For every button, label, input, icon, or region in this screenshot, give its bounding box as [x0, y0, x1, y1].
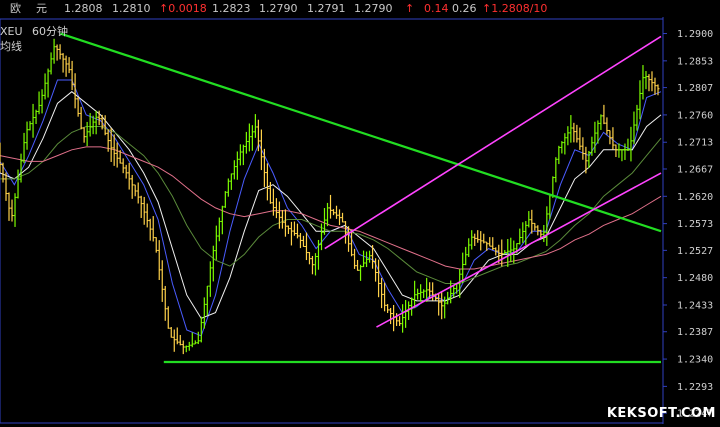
chart-subtitle: 均线: [0, 39, 22, 53]
y-tick-label: 1.2713: [677, 138, 713, 149]
y-tick-label: 1.2853: [677, 56, 713, 67]
y-tick-label: 1.2807: [677, 83, 713, 94]
y-tick-label: 1.2340: [677, 355, 713, 366]
watermark-logo: KEKSOFT.COM: [606, 406, 716, 421]
y-tick-label: 1.2620: [677, 192, 713, 203]
chart-symbol: XEU: [0, 25, 23, 38]
y-tick-label: 1.2573: [677, 219, 713, 230]
y-tick-label: 1.2760: [677, 110, 713, 121]
y-tick-label: 1.2293: [677, 382, 713, 393]
y-tick-label: 1.2480: [677, 273, 713, 284]
y-tick-label: 1.2900: [677, 29, 713, 40]
chart-period: 60分钟: [32, 24, 68, 38]
price-bars: [0, 38, 660, 355]
y-tick-label: 1.2527: [677, 246, 713, 257]
y-tick-label: 1.2433: [677, 300, 713, 311]
y-tick-label: 1.2387: [677, 327, 713, 338]
trendline-channel_bottom: [376, 172, 662, 328]
y-tick-labels: 1.2900 1.2853 1.2807 1.2760 1.2713 1.2667 1.26…: [663, 29, 713, 420]
price-chart[interactable]: 1.2900 1.2853 1.2807 1.2760 1.2713 1.2667 1.26…: [0, 0, 720, 427]
trendline-channel_top: [324, 35, 662, 250]
trendlines: [60, 32, 662, 364]
y-tick-label: 1.2667: [677, 164, 713, 175]
